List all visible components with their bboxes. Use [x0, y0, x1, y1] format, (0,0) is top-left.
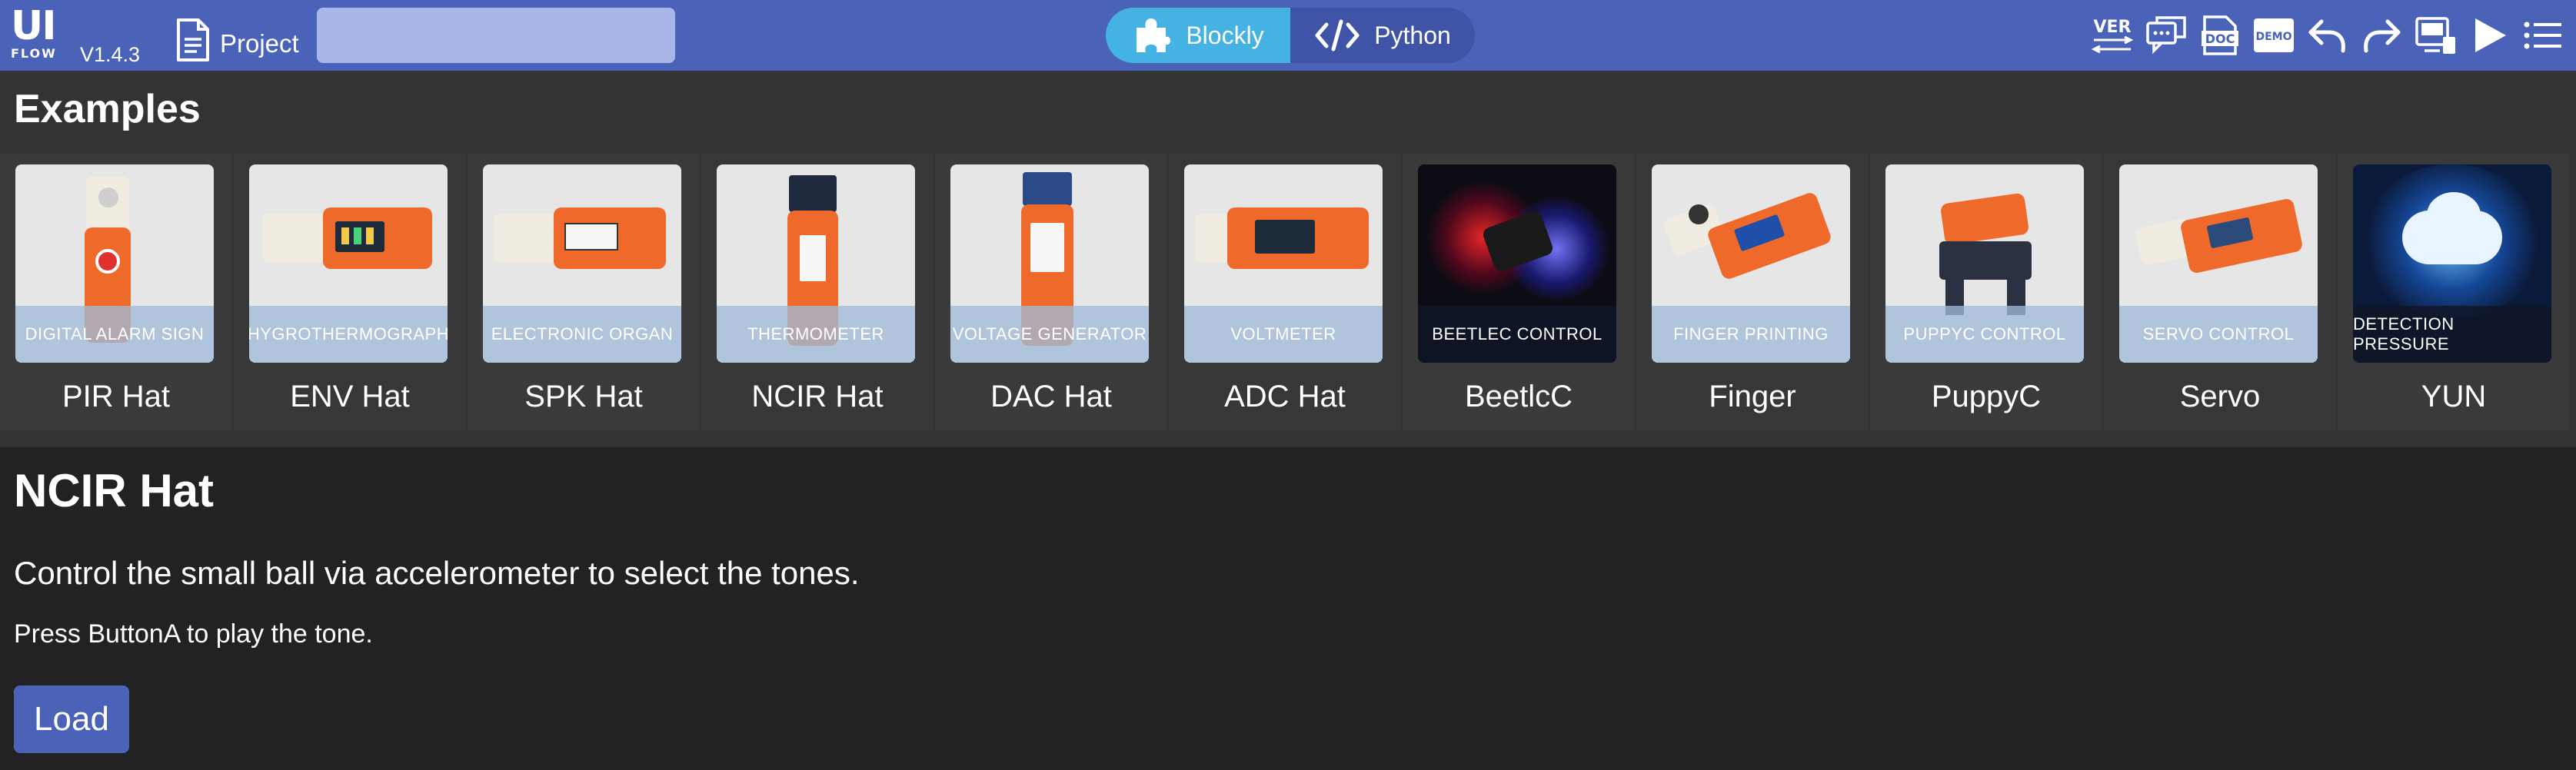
python-mode-button[interactable]: Python — [1290, 8, 1475, 63]
example-card-finger[interactable]: FINGER PRINTING Finger — [1636, 154, 1870, 430]
device-icon — [2415, 17, 2455, 54]
example-card-pir-hat[interactable]: DIGITAL ALARM SIGN PIR Hat — [0, 154, 234, 430]
menu-button[interactable] — [2521, 9, 2565, 61]
example-name: ADC Hat — [1224, 380, 1346, 413]
project-name-input[interactable] — [317, 8, 675, 63]
example-thumbnail: VOLTAGE GENERATOR — [950, 164, 1149, 363]
example-caption: VOLTMETER — [1184, 306, 1383, 363]
example-caption: DIGITAL ALARM SIGN — [15, 306, 214, 363]
redo-button[interactable] — [2359, 9, 2404, 61]
example-card-ncir-hat[interactable]: THERMOMETER NCIR Hat — [701, 154, 935, 430]
example-name: ENV Hat — [290, 380, 410, 413]
example-thumbnail: SERVO CONTROL — [2119, 164, 2318, 363]
version-label: V1.4.3 — [80, 43, 141, 66]
blockly-label: Blockly — [1186, 21, 1264, 49]
logo-text-top: UI — [11, 3, 57, 49]
detail-description: Control the small ball via accelerometer… — [14, 555, 860, 591]
detail-title: NCIR Hat — [14, 465, 215, 516]
example-thumbnail: HYGROTHERMOGRAPH — [249, 164, 448, 363]
example-name: NCIR Hat — [751, 380, 884, 413]
example-caption: BEETLEC CONTROL — [1418, 306, 1616, 363]
chat-button[interactable] — [2144, 9, 2188, 61]
example-name: YUN — [2421, 380, 2487, 413]
uiflow-logo: UI FLOW — [11, 6, 69, 65]
example-thumbnail: DETECTION PRESSURE — [2353, 164, 2551, 363]
svg-text:VER: VER — [2094, 18, 2132, 37]
example-name: Finger — [1709, 380, 1796, 413]
example-name: BeetlcC — [1464, 380, 1573, 413]
example-name: PIR Hat — [62, 380, 171, 413]
example-thumbnail: THERMOMETER — [717, 164, 915, 363]
detail-note: Press ButtonA to play the tone. — [14, 619, 373, 649]
python-label: Python — [1374, 21, 1451, 49]
examples-panel: Examples DIGITAL ALARM SIGN PIR Hat HYGR… — [0, 71, 2576, 447]
undo-button[interactable] — [2305, 9, 2350, 61]
example-card-yun[interactable]: DETECTION PRESSURE YUN — [2338, 154, 2571, 430]
code-icon — [1315, 19, 1360, 51]
example-caption: ELECTRONIC ORGAN — [483, 306, 681, 363]
undo-icon — [2308, 19, 2345, 53]
example-thumbnail: ELECTRONIC ORGAN — [483, 164, 681, 363]
example-caption: VOLTAGE GENERATOR — [950, 306, 1149, 363]
example-card-adc-hat[interactable]: VOLTMETER ADC Hat — [1169, 154, 1403, 430]
run-button[interactable] — [2467, 9, 2511, 61]
example-thumbnail: DIGITAL ALARM SIGN — [15, 164, 214, 363]
example-thumbnail: BEETLEC CONTROL — [1418, 164, 1616, 363]
puzzle-icon — [1137, 18, 1171, 52]
load-button[interactable]: Load — [14, 685, 129, 753]
example-card-puppyc[interactable]: PUPPYC CONTROL PuppyC — [1870, 154, 2104, 430]
examples-title: Examples — [14, 87, 201, 131]
example-thumbnail: PUPPYC CONTROL — [1885, 164, 2084, 363]
version-icon: VER — [2091, 18, 2134, 54]
mode-toggle: Blockly Python — [1106, 8, 1475, 63]
example-card-beetlcc[interactable]: BEETLEC CONTROL BeetlcC — [1403, 154, 1636, 430]
version-button[interactable]: VER — [2090, 9, 2135, 61]
svg-text:DOC: DOC — [2205, 32, 2235, 46]
svg-text:DEMO: DEMO — [2255, 31, 2291, 43]
demo-icon: DEMO — [2254, 18, 2294, 52]
example-name: PuppyC — [1931, 380, 2042, 413]
run-icon — [2475, 18, 2506, 52]
logo-text-bottom: FLOW — [11, 46, 57, 61]
example-thumbnail: FINGER PRINTING — [1652, 164, 1850, 363]
toolbar: VER DOC DEMO — [2081, 9, 2565, 61]
top-bar: UI FLOW V1.4.3 Project Blockly Python VE… — [0, 0, 2576, 71]
project-label: Project — [220, 29, 299, 58]
device-button[interactable] — [2413, 9, 2458, 61]
example-name: SPK Hat — [524, 380, 643, 413]
example-caption: FINGER PRINTING — [1652, 306, 1850, 363]
demo-button[interactable]: DEMO — [2252, 9, 2296, 61]
example-detail: NCIR Hat Control the small ball via acce… — [0, 447, 2576, 770]
file-icon — [177, 18, 209, 61]
example-name: DAC Hat — [990, 380, 1112, 413]
doc-button[interactable]: DOC — [2198, 9, 2242, 61]
project-button[interactable]: Project — [175, 17, 299, 63]
menu-icon — [2524, 22, 2561, 49]
example-caption: HYGROTHERMOGRAPH — [249, 306, 448, 363]
example-caption: PUPPYC CONTROL — [1885, 306, 2084, 363]
examples-list: DIGITAL ALARM SIGN PIR Hat HYGROTHERMOGR… — [0, 154, 2576, 430]
blockly-mode-button[interactable]: Blockly — [1106, 8, 1290, 63]
redo-icon — [2364, 19, 2401, 53]
doc-icon: DOC — [2202, 15, 2238, 55]
example-caption: SERVO CONTROL — [2119, 306, 2318, 363]
example-card-servo[interactable]: SERVO CONTROL Servo — [2104, 154, 2338, 430]
example-name: Servo — [2179, 380, 2261, 413]
example-thumbnail: VOLTMETER — [1184, 164, 1383, 363]
example-caption: THERMOMETER — [717, 306, 915, 363]
example-card-spk-hat[interactable]: ELECTRONIC ORGAN SPK Hat — [468, 154, 701, 430]
example-caption: DETECTION PRESSURE — [2353, 306, 2551, 363]
example-card-dac-hat[interactable]: VOLTAGE GENERATOR DAC Hat — [935, 154, 1169, 430]
example-card-env-hat[interactable]: HYGROTHERMOGRAPH ENV Hat — [234, 154, 468, 430]
chat-icon — [2146, 16, 2186, 55]
